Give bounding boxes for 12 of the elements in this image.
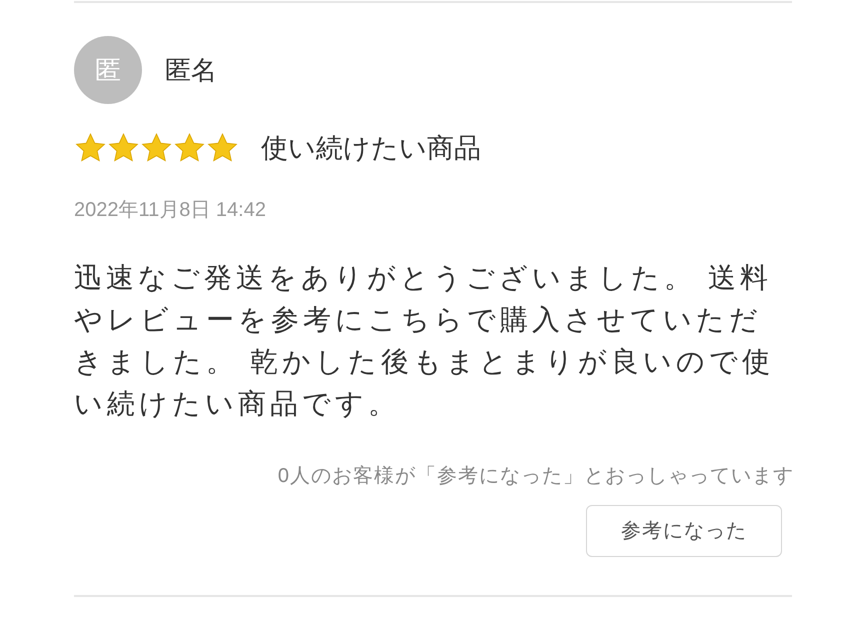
star-icon (173, 132, 206, 164)
helpful-count: 0人のお客様が「参考になった」とおっしゃっています (278, 464, 794, 488)
helpful-button[interactable]: 参考になった (586, 504, 782, 556)
author-name: 匿名 (165, 54, 217, 86)
star-icon (74, 132, 107, 164)
star-icon (140, 132, 173, 164)
star-icon (107, 132, 140, 164)
review-title: 使い続けたい商品 (261, 132, 481, 165)
review-body: 迅速なご発送をありがとうございました。 送料やレビューを参考にこちらで購入させていただきました。 乾かした後もまとまりが良いので使い続けたい商品です。 (74, 260, 774, 420)
review-date: 2022年11月8日 14:42 (74, 198, 267, 222)
avatar: 匿 (74, 36, 142, 104)
star-icon (206, 132, 239, 164)
